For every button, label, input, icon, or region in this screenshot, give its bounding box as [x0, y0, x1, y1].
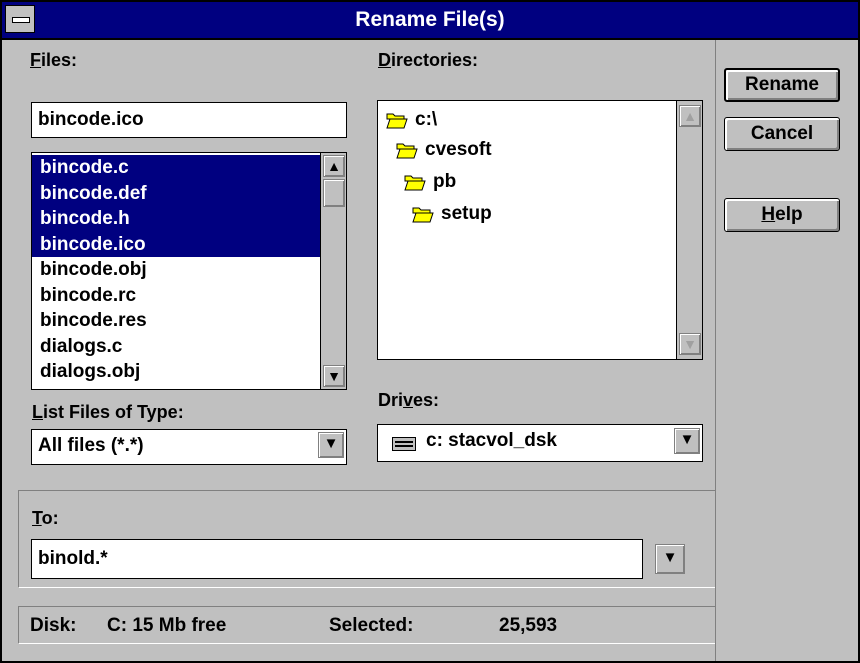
directories-label: Directories:	[378, 50, 479, 70]
file-list-item[interactable]: bincode.obj	[32, 257, 320, 283]
cancel-button[interactable]: Cancel	[724, 117, 840, 151]
status-bar: Disk: C: 15 Mb free Selected: 25,593	[18, 606, 716, 644]
title-bar: Rename File(s)	[2, 2, 858, 40]
directory-item-label: pb	[433, 171, 457, 192]
scroll-up-arrow-icon: ▲	[679, 105, 701, 127]
rename-dialog: Rename File(s) Files: bincode.ico bincod…	[0, 0, 860, 663]
drives-dropdown[interactable]: c: stacvol_dsk ▼	[377, 424, 703, 462]
file-list-item[interactable]: bincode.res	[32, 308, 320, 334]
directory-item[interactable]: cvesoft	[396, 139, 492, 161]
help-button[interactable]: Help	[724, 198, 840, 232]
dropdown-arrow-icon[interactable]: ▼	[318, 432, 344, 458]
directory-item-label: c:\	[415, 109, 438, 130]
directory-item-label: setup	[441, 203, 492, 224]
files-list[interactable]: bincode.c bincode.def bincode.h bincode.ico…	[31, 152, 347, 390]
filename-field[interactable]: bincode.ico	[31, 102, 347, 138]
selected-value: 25,593	[499, 615, 558, 636]
panel-divider	[715, 40, 716, 661]
files-scrollbar[interactable]: ▲ ▼	[320, 153, 346, 389]
file-type-dropdown[interactable]: All files (*.*) ▼	[31, 429, 347, 465]
open-folder-icon	[396, 143, 418, 158]
file-list-item[interactable]: bincode.ico	[32, 231, 320, 257]
open-folder-icon	[412, 207, 434, 222]
disk-label: Disk:	[30, 615, 77, 636]
file-type-label: List Files of Type:	[32, 402, 184, 422]
open-folder-icon	[404, 175, 426, 190]
drive-icon	[392, 437, 416, 451]
to-label: To:	[32, 508, 59, 528]
directory-item[interactable]: c:\	[386, 109, 437, 131]
directory-item[interactable]: setup	[412, 203, 492, 225]
rename-button[interactable]: Rename	[724, 68, 840, 102]
directory-item-label: cvesoft	[425, 139, 492, 160]
directories-list[interactable]: c:\ cvesoft pb setup ▲ ▼	[377, 100, 703, 360]
open-folder-icon	[386, 113, 408, 128]
dropdown-arrow-icon[interactable]: ▼	[674, 428, 700, 454]
scroll-down-arrow-icon[interactable]: ▼	[323, 365, 345, 387]
drives-label: Drives:	[378, 390, 440, 410]
file-list-item[interactable]: bincode.c	[32, 155, 320, 181]
window-title: Rename File(s)	[355, 8, 505, 31]
to-field-value: binold.*	[38, 548, 108, 569]
scroll-down-arrow-icon: ▼	[679, 333, 701, 355]
files-label: Files:	[30, 50, 78, 70]
file-list-item[interactable]: bincode.def	[32, 180, 320, 206]
file-list-item[interactable]: dialogs.obj	[32, 359, 320, 385]
directories-scrollbar[interactable]: ▲ ▼	[676, 101, 702, 359]
scroll-thumb[interactable]	[323, 179, 345, 207]
file-list-item[interactable]: bincode.h	[32, 206, 320, 232]
directory-item[interactable]: pb	[404, 171, 456, 193]
file-list-item[interactable]: dialogs.c	[32, 334, 320, 360]
file-list-item[interactable]: bincode.rc	[32, 283, 320, 309]
to-history-dropdown-icon[interactable]: ▼	[655, 544, 685, 574]
to-field[interactable]: binold.*	[31, 539, 643, 579]
drives-value: c: stacvol_dsk	[426, 430, 557, 451]
filename-field-value: bincode.ico	[38, 109, 144, 130]
selected-label: Selected:	[329, 615, 414, 636]
scroll-up-arrow-icon[interactable]: ▲	[323, 155, 345, 177]
disk-value: C: 15 Mb free	[107, 615, 227, 636]
file-type-value: All files (*.*)	[38, 435, 144, 456]
